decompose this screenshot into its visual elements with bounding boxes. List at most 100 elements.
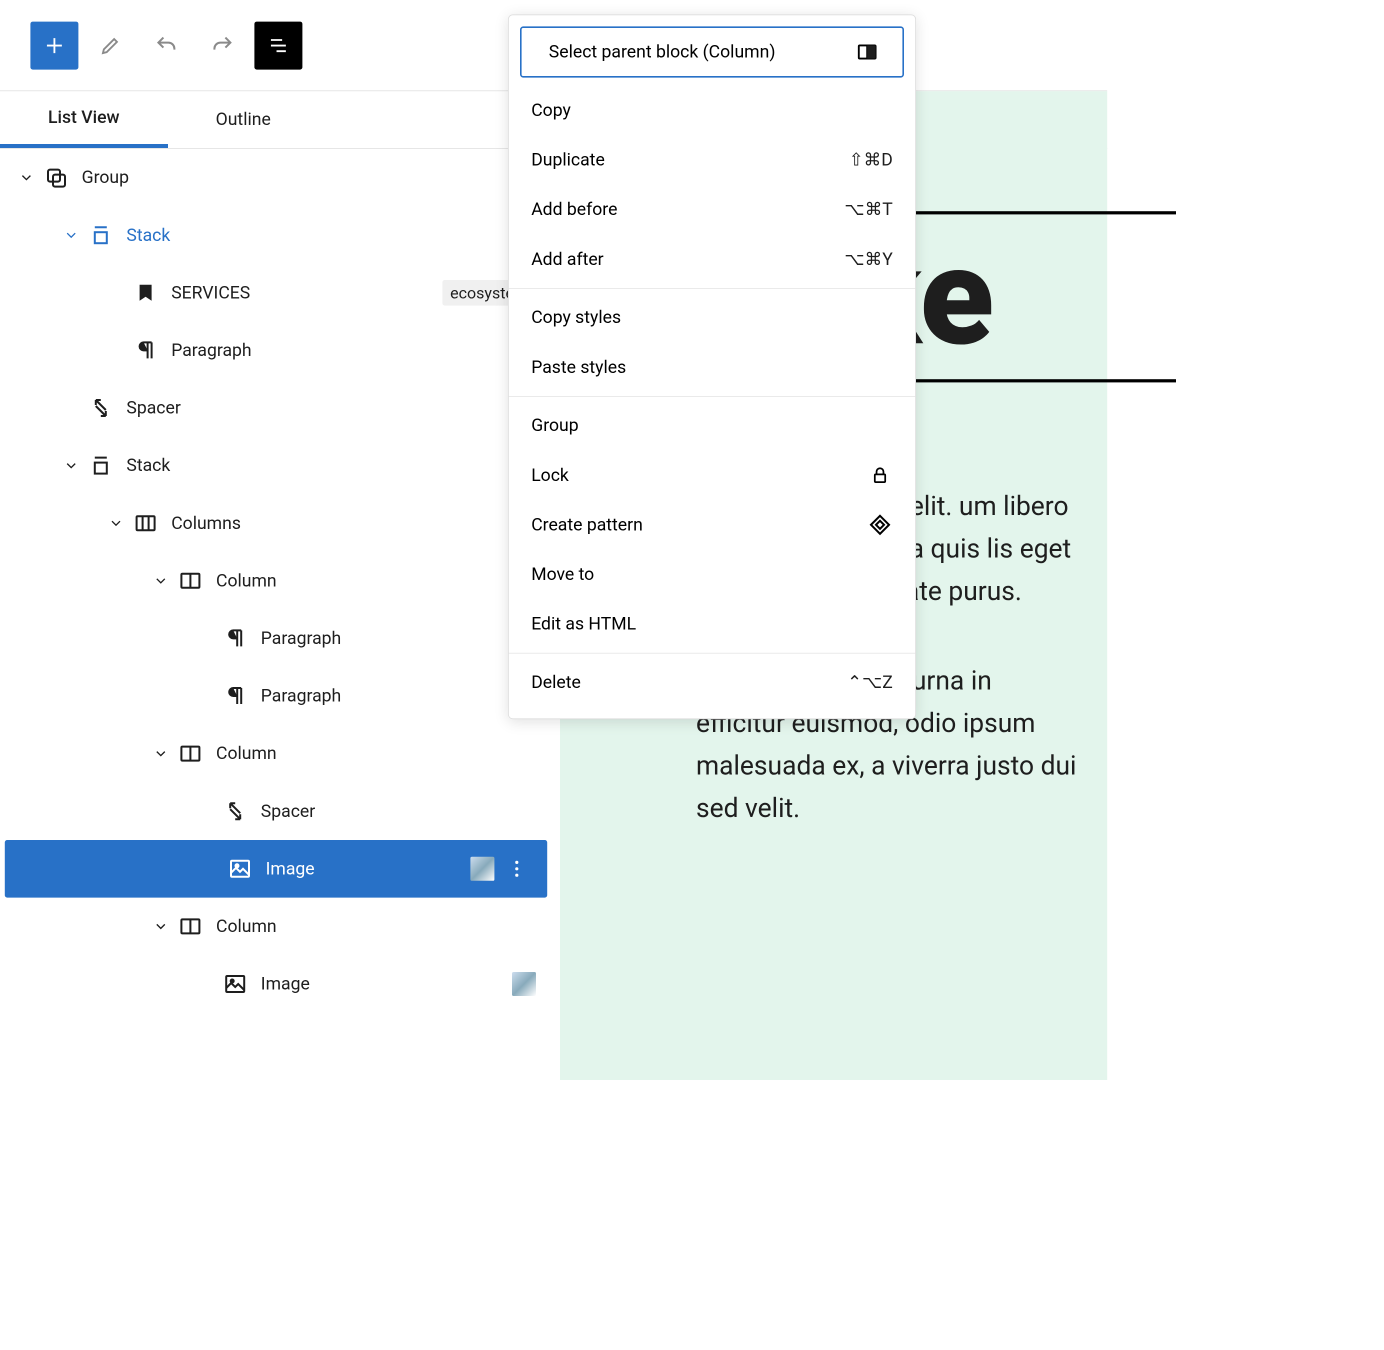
column-icon bbox=[854, 39, 880, 65]
paragraph-icon bbox=[128, 338, 163, 362]
menu-copy-styles-label: Copy styles bbox=[531, 308, 621, 328]
paragraph-icon bbox=[218, 626, 253, 650]
menu-move-to-label: Move to bbox=[531, 564, 594, 584]
tree-item-label: Group bbox=[82, 168, 543, 188]
block-tree: Group Stack SERVICESecosystem Paragraph Spac… bbox=[0, 149, 552, 1013]
menu-add-before-shortcut: ⌥⌘T bbox=[844, 200, 892, 220]
listview-icon bbox=[267, 34, 289, 56]
chevron-down-icon[interactable] bbox=[104, 515, 128, 531]
edit-button[interactable] bbox=[86, 21, 134, 69]
menu-delete[interactable]: Delete ⌃⌥Z bbox=[509, 661, 915, 704]
chevron-down-icon[interactable] bbox=[149, 573, 173, 589]
lock-icon bbox=[867, 462, 893, 488]
redo-icon bbox=[210, 33, 234, 57]
menu-add-after[interactable]: Add after ⌥⌘Y bbox=[509, 238, 915, 281]
menu-create-pattern[interactable]: Create pattern bbox=[509, 503, 915, 546]
menu-edit-html-label: Edit as HTML bbox=[531, 614, 636, 634]
block-options-menu: Select parent block (Column) Copy Duplic… bbox=[508, 14, 916, 719]
menu-add-after-shortcut: ⌥⌘Y bbox=[844, 249, 892, 269]
bookmark-icon bbox=[128, 281, 163, 305]
column-icon bbox=[173, 742, 208, 766]
menu-add-after-label: Add after bbox=[531, 249, 603, 269]
column-icon bbox=[173, 914, 208, 938]
tree-item-stack1[interactable]: Stack bbox=[0, 206, 552, 264]
image-icon bbox=[222, 857, 257, 881]
menu-divider bbox=[509, 396, 915, 397]
menu-add-before[interactable]: Add before ⌥⌘T bbox=[509, 188, 915, 231]
tree-item-col3[interactable]: Column bbox=[0, 898, 552, 956]
listview-toggle-button[interactable] bbox=[254, 21, 302, 69]
tab-outline[interactable]: Outline bbox=[168, 91, 319, 148]
tree-item-label: SERVICES bbox=[171, 283, 442, 303]
menu-edit-html[interactable]: Edit as HTML bbox=[509, 602, 915, 645]
menu-copy-label: Copy bbox=[531, 100, 571, 120]
tree-item-label: Spacer bbox=[126, 398, 542, 418]
menu-duplicate-shortcut: ⇧⌘D bbox=[849, 150, 893, 170]
chevron-down-icon[interactable] bbox=[59, 227, 83, 243]
tree-item-group[interactable]: Group bbox=[0, 149, 552, 207]
menu-copy-styles[interactable]: Copy styles bbox=[509, 296, 915, 339]
tree-item-image1[interactable]: Image bbox=[5, 840, 547, 898]
tree-item-col1[interactable]: Column bbox=[0, 552, 552, 610]
chevron-down-icon[interactable] bbox=[59, 458, 83, 474]
tab-listview[interactable]: List View bbox=[0, 91, 168, 148]
tree-item-label: Paragraph bbox=[171, 340, 542, 360]
tree-item-label: Columns bbox=[171, 513, 542, 533]
plus-icon bbox=[43, 34, 65, 56]
chevron-down-icon[interactable] bbox=[149, 746, 173, 762]
tree-item-para3[interactable]: Paragraph bbox=[0, 667, 552, 725]
menu-divider bbox=[509, 653, 915, 654]
more-options-button[interactable] bbox=[501, 859, 533, 878]
undo-button[interactable] bbox=[142, 21, 190, 69]
columns-icon bbox=[128, 511, 163, 535]
spacer-icon bbox=[83, 396, 118, 420]
stack-icon bbox=[83, 223, 118, 247]
menu-paste-styles-label: Paste styles bbox=[531, 357, 626, 377]
menu-duplicate[interactable]: Duplicate ⇧⌘D bbox=[509, 138, 915, 181]
tree-item-svc[interactable]: SERVICESecosystem bbox=[0, 264, 552, 322]
tree-item-label: Stack bbox=[126, 456, 542, 476]
tree-item-label: Image bbox=[261, 974, 512, 994]
tree-item-image2[interactable]: Image bbox=[0, 955, 552, 1013]
stack-icon bbox=[83, 454, 118, 478]
tree-item-columns[interactable]: Columns bbox=[0, 494, 552, 552]
tree-item-label: Paragraph bbox=[261, 628, 543, 648]
menu-add-before-label: Add before bbox=[531, 200, 617, 220]
menu-move-to[interactable]: Move to bbox=[509, 553, 915, 596]
chevron-down-icon[interactable] bbox=[149, 918, 173, 934]
image-thumbnail bbox=[512, 972, 536, 996]
undo-icon bbox=[154, 33, 178, 57]
tree-item-label: Paragraph bbox=[261, 686, 543, 706]
paragraph-icon bbox=[218, 684, 253, 708]
menu-delete-label: Delete bbox=[531, 672, 581, 692]
tree-item-spacer2[interactable]: Spacer bbox=[0, 782, 552, 840]
menu-delete-shortcut: ⌃⌥Z bbox=[847, 672, 893, 692]
tree-item-col2[interactable]: Column bbox=[0, 725, 552, 783]
tree-item-stack2[interactable]: Stack bbox=[0, 437, 552, 495]
column-icon bbox=[173, 569, 208, 593]
tree-item-label: Stack bbox=[126, 225, 542, 245]
add-block-button[interactable] bbox=[30, 21, 78, 69]
tree-item-spacer1[interactable]: Spacer bbox=[0, 379, 552, 437]
chevron-down-icon[interactable] bbox=[14, 170, 38, 186]
tree-item-para1[interactable]: Paragraph bbox=[0, 322, 552, 380]
menu-paste-styles[interactable]: Paste styles bbox=[509, 346, 915, 389]
spacer-icon bbox=[218, 799, 253, 823]
pencil-icon bbox=[99, 34, 121, 56]
redo-button[interactable] bbox=[198, 21, 246, 69]
menu-lock-label: Lock bbox=[531, 465, 569, 485]
menu-group-label: Group bbox=[531, 416, 578, 436]
menu-duplicate-label: Duplicate bbox=[531, 150, 605, 170]
tree-item-label: Column bbox=[216, 916, 542, 936]
menu-group[interactable]: Group bbox=[509, 404, 915, 447]
pattern-icon bbox=[867, 512, 893, 538]
menu-copy[interactable]: Copy bbox=[509, 89, 915, 132]
tree-item-para2[interactable]: Paragraph bbox=[0, 610, 552, 668]
image-icon bbox=[218, 972, 253, 996]
menu-select-parent[interactable]: Select parent block (Column) bbox=[520, 26, 904, 77]
menu-lock[interactable]: Lock bbox=[509, 454, 915, 497]
group-icon bbox=[38, 166, 73, 190]
menu-divider bbox=[509, 288, 915, 289]
menu-select-parent-label: Select parent block (Column) bbox=[544, 42, 775, 62]
tree-item-label: Image bbox=[266, 859, 471, 879]
